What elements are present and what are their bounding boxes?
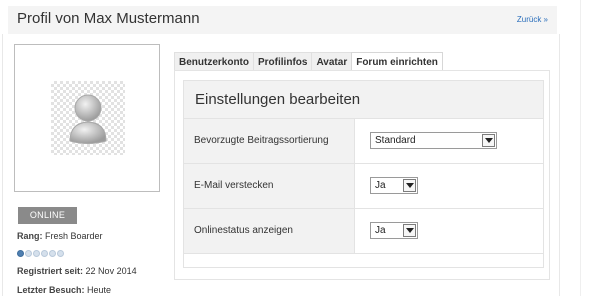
rank-dot [17, 250, 24, 257]
rank-dot [57, 250, 64, 257]
hide-email-select[interactable]: Ja [370, 177, 418, 194]
settings-title: Einstellungen bearbeiten [195, 91, 361, 108]
rank-dot [25, 250, 32, 257]
rank-dot [41, 250, 48, 257]
tab-profilinfos[interactable]: Profilinfos [253, 52, 312, 71]
last-visit-line: Letzter Besuch: Heute [17, 285, 111, 295]
avatar-frame [14, 44, 160, 192]
chevron-down-icon [403, 224, 416, 237]
select-value: Standard [375, 135, 416, 146]
rank-line: Rang: Fresh Boarder [17, 231, 103, 241]
registered-line: Registriert seit: 22 Nov 2014 [17, 266, 137, 276]
select-value: Ja [375, 225, 386, 236]
settings-table: Einstellungen bearbeiten Bevorzugte Beit… [183, 80, 544, 268]
chevron-down-icon [403, 179, 416, 192]
profile-tabs: Benutzerkonto Profilinfos Avatar Forum e… [174, 52, 443, 71]
tab-forum-einrichten[interactable]: Forum einrichten [351, 52, 443, 71]
setting-row-sort: Bevorzugte Beitragssortierung Standard [184, 119, 543, 164]
settings-header: Einstellungen bearbeiten [184, 81, 543, 119]
setting-label: Onlinestatus anzeigen [194, 225, 293, 236]
rank-dot [33, 250, 40, 257]
sort-order-select[interactable]: Standard [370, 132, 497, 149]
last-visit-value: Heute [87, 285, 112, 295]
online-status-select[interactable]: Ja [370, 222, 418, 239]
setting-value-cell: Standard [354, 119, 543, 163]
setting-value-cell: Ja [354, 209, 543, 253]
registered-value: 22 Nov 2014 [85, 266, 137, 276]
settings-panel: Einstellungen bearbeiten Bevorzugte Beit… [174, 70, 550, 280]
default-user-icon [69, 94, 107, 144]
rank-dot [49, 250, 56, 257]
setting-row-online-status: Onlinestatus anzeigen Ja [184, 209, 543, 254]
chevron-down-icon [482, 134, 495, 147]
rank-value: Fresh Boarder [45, 231, 103, 241]
select-value: Ja [375, 180, 386, 191]
online-status-badge: ONLINE [18, 207, 77, 224]
avatar [51, 81, 125, 155]
profile-header: Profil von Max Mustermann Zurück » [8, 6, 557, 34]
registered-label: Registriert seit: [17, 266, 84, 276]
rank-label: Rang: [17, 231, 43, 241]
page-edge-line [580, 0, 581, 296]
page-title: Profil von Max Mustermann [17, 10, 200, 27]
setting-label: Bevorzugte Beitragssortierung [194, 135, 329, 146]
last-visit-label: Letzter Besuch: [17, 285, 85, 295]
rank-level-indicator [17, 250, 64, 257]
setting-label: E-Mail verstecken [194, 180, 274, 191]
setting-value-cell: Ja [354, 164, 543, 208]
back-link[interactable]: Zurück » [517, 15, 548, 24]
setting-row-hide-email: E-Mail verstecken Ja [184, 164, 543, 209]
tab-avatar[interactable]: Avatar [311, 52, 352, 71]
tab-benutzerkonto[interactable]: Benutzerkonto [174, 52, 253, 71]
